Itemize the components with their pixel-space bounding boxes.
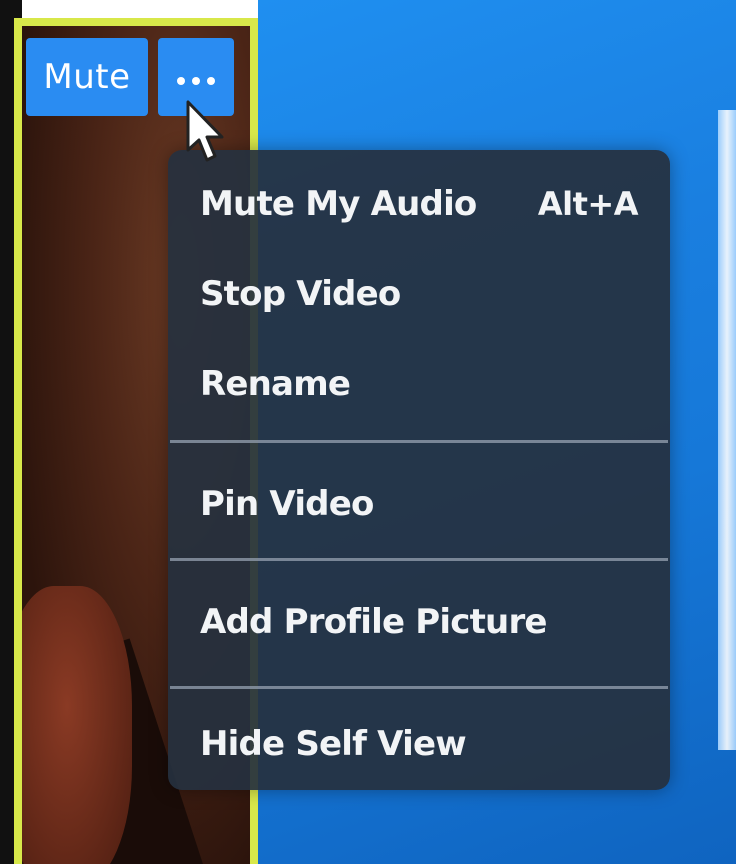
menu-item-shortcut: Alt+A — [537, 185, 639, 223]
mute-button[interactable]: Mute — [26, 38, 148, 116]
participant-options-menu: Mute My Audio Alt+A Stop Video Rename Pi… — [168, 150, 670, 790]
menu-divider — [170, 686, 668, 689]
menu-item-label: Hide Self View — [200, 724, 467, 764]
menu-item-label: Add Profile Picture — [200, 602, 547, 642]
menu-item-label: Pin Video — [200, 484, 374, 524]
zoom-meeting-screen: Mute Mute My Audio Alt+A Stop Video Rena… — [0, 0, 736, 864]
mouse-pointer-icon — [186, 100, 224, 162]
menu-item-mute-my-audio[interactable]: Mute My Audio Alt+A — [200, 174, 639, 234]
menu-item-pin-video[interactable]: Pin Video — [200, 474, 638, 534]
menu-item-stop-video[interactable]: Stop Video — [200, 264, 638, 324]
menu-item-label: Stop Video — [200, 274, 401, 314]
menu-item-rename[interactable]: Rename — [200, 354, 638, 414]
menu-item-label: Rename — [200, 364, 351, 404]
menu-divider — [170, 440, 668, 443]
menu-item-hide-self-view[interactable]: Hide Self View — [200, 714, 638, 774]
menu-item-add-profile-picture[interactable]: Add Profile Picture — [200, 592, 638, 652]
more-dots-icon — [177, 77, 215, 85]
menu-divider — [170, 558, 668, 561]
menu-item-label: Mute My Audio — [200, 184, 477, 224]
